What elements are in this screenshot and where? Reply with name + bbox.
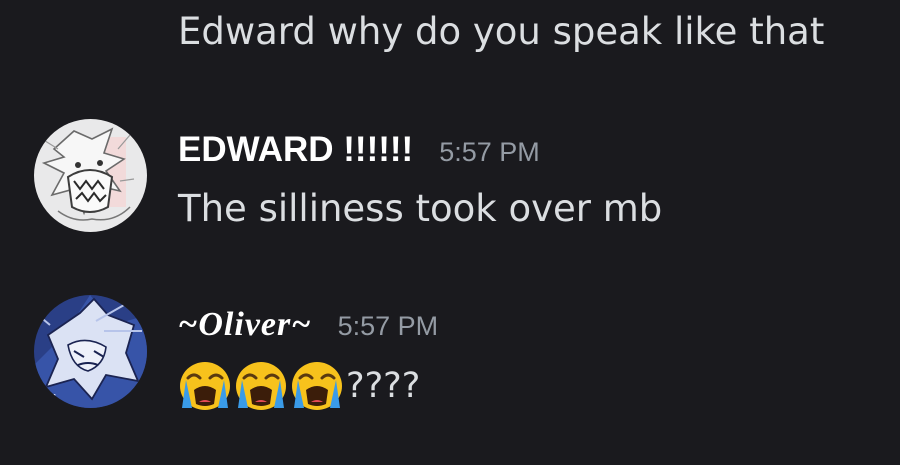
message-text: The silliness took over mb (178, 187, 663, 230)
username[interactable]: ~Oliver~ (178, 306, 312, 344)
user-avatar[interactable]: 14 (34, 295, 147, 408)
loudly-crying-face-icon (236, 362, 286, 410)
message-header: ~Oliver~ 5:57 PM (178, 306, 438, 344)
edward-avatar-icon (34, 119, 147, 232)
oliver-avatar-icon: 14 (34, 295, 147, 408)
message-text: Edward why do you speak like that (178, 10, 825, 53)
message-content: ???? (178, 360, 420, 412)
user-avatar[interactable] (34, 119, 147, 232)
message-header: EDWARD !!!!!! 5:57 PM (178, 130, 540, 170)
svg-text:14: 14 (42, 392, 57, 406)
loudly-crying-face-icon (292, 362, 342, 410)
timestamp: 5:57 PM (439, 137, 540, 167)
loudly-crying-face-icon (180, 362, 230, 410)
username[interactable]: EDWARD !!!!!! (178, 130, 413, 170)
message-text: ???? (346, 366, 421, 406)
timestamp: 5:57 PM (337, 311, 439, 341)
